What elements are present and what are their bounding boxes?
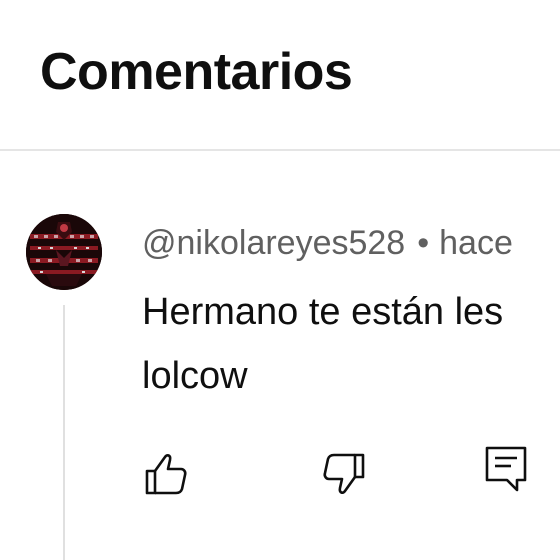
avatar[interactable] — [26, 214, 102, 290]
comment-text-line: lolcow — [142, 355, 248, 397]
thumbs-down-icon — [323, 453, 365, 494]
reply-icon — [485, 446, 527, 492]
reply-button[interactable] — [482, 446, 530, 494]
comments-title: Comentarios — [40, 43, 353, 101]
comment-time: hace — [439, 224, 513, 262]
meta-separator: • — [417, 224, 430, 262]
avatar-image — [26, 214, 102, 290]
dislike-button[interactable] — [320, 450, 368, 498]
thumbs-up-icon — [145, 454, 187, 495]
comment-author[interactable]: @nikolareyes528 — [142, 224, 405, 262]
comment-meta: @nikolareyes528 • hace — [142, 222, 513, 264]
header-divider — [0, 149, 560, 151]
like-button[interactable] — [142, 450, 190, 498]
thread-line — [63, 305, 65, 560]
comment-text: Hermano te están les lolcow — [142, 280, 560, 408]
comments-panel: Comentarios @nikolareyes528 • hace Herma… — [0, 0, 560, 560]
comment-text-line: Hermano te están les — [142, 291, 504, 333]
